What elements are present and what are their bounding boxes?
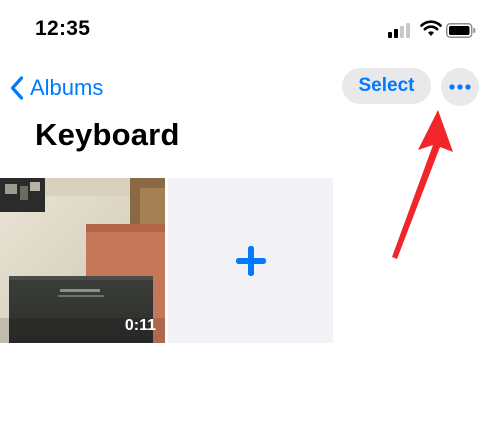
wifi-icon [420, 20, 442, 36]
ellipsis-icon [449, 84, 471, 90]
video-thumbnail[interactable]: 0:11 [0, 178, 165, 343]
album-title: Keyboard [35, 117, 180, 152]
status-time: 12:35 [35, 17, 91, 40]
cellular-signal-icon [388, 23, 410, 38]
select-button[interactable]: Select [342, 68, 431, 104]
video-duration: 0:11 [124, 317, 156, 334]
battery-icon [446, 23, 476, 38]
add-to-album-tile[interactable] [168, 178, 333, 343]
plus-icon [235, 245, 266, 276]
back-to-albums-button[interactable]: Albums [10, 72, 103, 104]
chevron-left-icon [10, 76, 24, 100]
back-button-label: Albums [30, 75, 104, 100]
more-options-button[interactable] [441, 68, 479, 106]
